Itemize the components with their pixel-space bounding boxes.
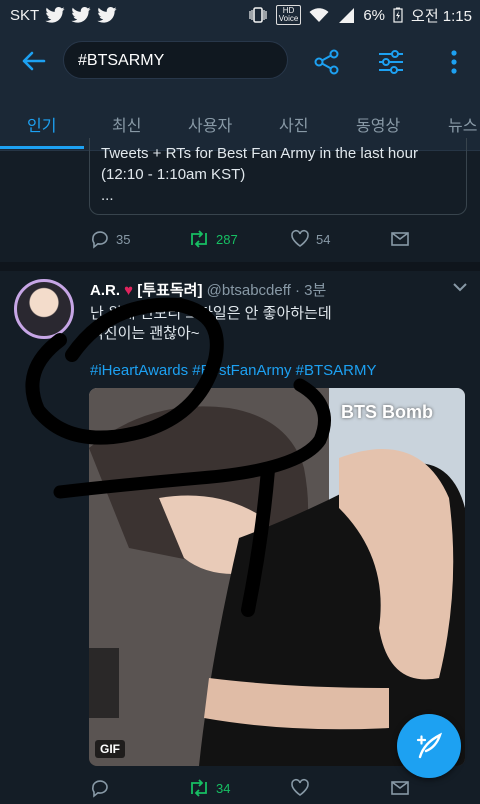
battery-charging-icon [393, 7, 403, 23]
search-input[interactable]: #BTSARMY [63, 41, 288, 79]
retweet-icon [191, 230, 207, 248]
tab-videos[interactable]: 동영상 [356, 112, 400, 136]
tab-people[interactable]: 사용자 [188, 112, 232, 136]
card-line: (12:10 - 1:10am KST) [101, 166, 246, 183]
twitter-notification-icon [71, 7, 91, 23]
envelope-icon [391, 781, 409, 795]
message-button[interactable] [390, 229, 410, 249]
retweet-count: 34 [216, 780, 231, 796]
wifi-icon [309, 8, 329, 22]
tweet-text-line: 난 원래 민모리 스타일은 안 좋아하는데 [90, 305, 332, 322]
reply-icon [92, 780, 108, 798]
chevron-down-icon[interactable] [452, 281, 468, 293]
battery-percent: 6% [363, 6, 386, 24]
retweet-icon [191, 779, 207, 797]
media-watermark: BTS Bomb [341, 402, 433, 422]
envelope-icon [391, 232, 409, 246]
like-count: 54 [316, 231, 331, 247]
search-app-bar: #BTSARMY [0, 30, 480, 90]
share-icon[interactable] [313, 48, 341, 76]
status-bar: SKT HD Voice 6% 오전 1:15 [0, 0, 480, 30]
tweet-time: · 3분 [294, 282, 327, 299]
gif-frame-illustration [89, 388, 465, 766]
reply-count: 35 [116, 231, 131, 247]
signal-icon [339, 8, 355, 23]
retweet-button[interactable]: 34 [188, 778, 230, 798]
reply-icon [92, 231, 108, 249]
tab-photos[interactable]: 사진 [279, 112, 308, 136]
tweet-hashtags[interactable]: #iHeartAwards #BestFanArmy #BTSARMY [90, 362, 377, 379]
quoted-tweet-card[interactable]: Tweets + RTs for Best Fan Army in the la… [89, 138, 467, 215]
tab-news[interactable]: 뉴스 [448, 112, 477, 136]
clock: 오전 1:15 [411, 7, 472, 25]
avatar[interactable] [14, 279, 74, 339]
tweet-media-gif[interactable]: BTS Bomb GIF [89, 388, 465, 766]
more-vertical-icon[interactable] [440, 48, 468, 76]
heart-emoji-icon: ♥ [124, 282, 134, 299]
retweet-button[interactable]: 287 [188, 229, 238, 249]
tweet-text-line: 석진이는 괜찮아~ [90, 325, 200, 342]
tab-latest[interactable]: 최신 [112, 112, 141, 136]
back-arrow-icon[interactable] [18, 46, 48, 76]
like-button[interactable]: 54 [290, 229, 330, 249]
vibrate-icon [249, 7, 267, 23]
hd-voice-badge: HD Voice [275, 5, 302, 25]
tweet-actions: 34 [90, 778, 470, 804]
tab-top[interactable]: 인기 [27, 112, 56, 136]
compose-feather-icon [416, 732, 443, 759]
heart-icon [291, 229, 309, 247]
tweet-actions: 35 287 54 [90, 229, 470, 255]
twitter-notification-icon [97, 7, 117, 23]
filter-sliders-icon[interactable] [377, 48, 405, 76]
like-button[interactable] [290, 778, 310, 798]
compose-tweet-button[interactable] [397, 714, 461, 778]
user-handle: @btsabcdeff [206, 282, 291, 299]
reply-button[interactable] [90, 778, 110, 798]
user-name-tag: [투표독려] [137, 282, 203, 299]
tweet-divider [0, 262, 480, 271]
heart-emoji-icon: ♥ [212, 320, 221, 337]
retweet-count: 287 [216, 231, 238, 247]
message-button[interactable] [390, 778, 410, 798]
twitter-notification-icon [45, 7, 65, 23]
card-line: Tweets + RTs for Best Fan Army in the la… [101, 145, 418, 162]
reply-button[interactable]: 35 [90, 229, 130, 249]
active-tab-indicator [0, 146, 84, 149]
user-name[interactable]: A.R. [90, 282, 120, 299]
carrier-label: SKT [10, 6, 40, 24]
tweet-header: A.R. ♥ [투표독려] @btsabcdeff · 3분 [90, 279, 326, 300]
gif-badge: GIF [95, 740, 125, 758]
heart-icon [291, 778, 309, 796]
card-line: ... [101, 187, 114, 204]
